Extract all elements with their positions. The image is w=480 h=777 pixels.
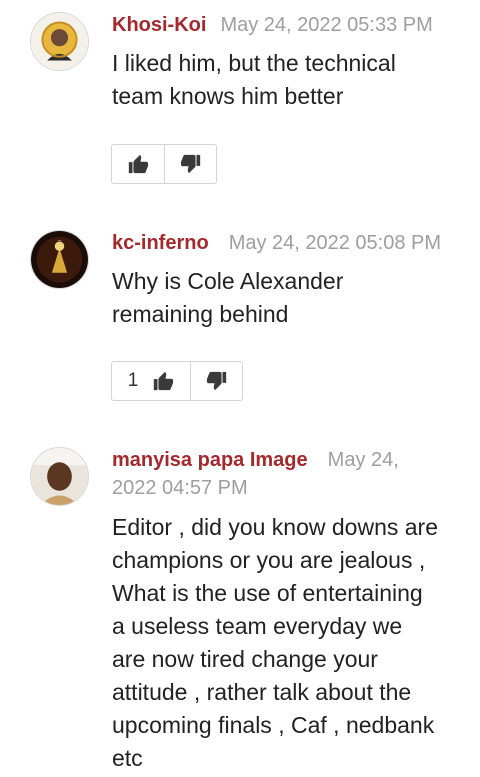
comment-line: team knows him better xyxy=(112,83,344,109)
downvote-button[interactable] xyxy=(191,362,242,400)
upvote-count: 1 xyxy=(127,370,139,391)
downvote-button[interactable] xyxy=(165,145,216,183)
comment-meta: manyisa papa Image May 24, 2022 04:57 PM xyxy=(112,446,412,502)
upvote-button[interactable]: 1 xyxy=(112,362,191,400)
comment-date: May 24, xyxy=(327,449,399,471)
comment-line: Editor , did you know downs are xyxy=(112,514,439,540)
svg-text:~: ~ xyxy=(57,238,62,244)
comment-author[interactable]: manyisa papa Image xyxy=(112,449,308,471)
comment-date: May 24, 2022 05:08 PM xyxy=(228,232,442,254)
upvote-button[interactable] xyxy=(112,145,165,183)
comment-line: upcoming finals , Caf , nedbank xyxy=(112,712,435,738)
comment-line: etc xyxy=(112,745,143,771)
comment-line: attitude , rather talk about the xyxy=(112,679,412,705)
comment-line: Why is Cole Alexander xyxy=(112,268,344,294)
comment-body: Why is Cole Alexander remaining behind xyxy=(112,265,457,331)
comment-line: What is the use of entertaining xyxy=(112,580,423,606)
thumbs-up-icon xyxy=(152,370,174,392)
comment-body: I liked him, but the technical team know… xyxy=(112,47,457,113)
avatar[interactable]: ~ xyxy=(30,230,89,289)
comment-date: May 24, 2022 05:33 PM xyxy=(220,14,433,36)
comment-line: I liked him, but the technical xyxy=(112,50,396,76)
comment-date-continued: 2022 04:57 PM xyxy=(112,477,248,499)
thumbs-down-icon xyxy=(180,153,202,175)
thumbs-down-icon xyxy=(206,370,228,392)
thumbs-up-icon xyxy=(127,153,149,175)
comment-author[interactable]: kc-inferno xyxy=(112,232,209,254)
comment-line: remaining behind xyxy=(112,301,289,327)
comment-line: are now tired change your xyxy=(112,646,378,672)
comment-body: Editor , did you know downs are champion… xyxy=(112,511,462,775)
comment-author[interactable]: Khosi-Koi xyxy=(112,14,206,36)
comment-meta: kc-inferno May 24, 2022 05:08 PM xyxy=(112,229,462,257)
avatar[interactable] xyxy=(30,12,89,71)
vote-buttons: 1 xyxy=(111,361,243,401)
comment-meta: Khosi-Koi May 24, 2022 05:33 PM xyxy=(112,11,452,39)
vote-buttons xyxy=(111,144,217,184)
comment-line: champions or you are jealous , xyxy=(112,547,426,573)
comment-line: a useless team everyday we xyxy=(112,613,403,639)
avatar[interactable] xyxy=(30,447,89,506)
